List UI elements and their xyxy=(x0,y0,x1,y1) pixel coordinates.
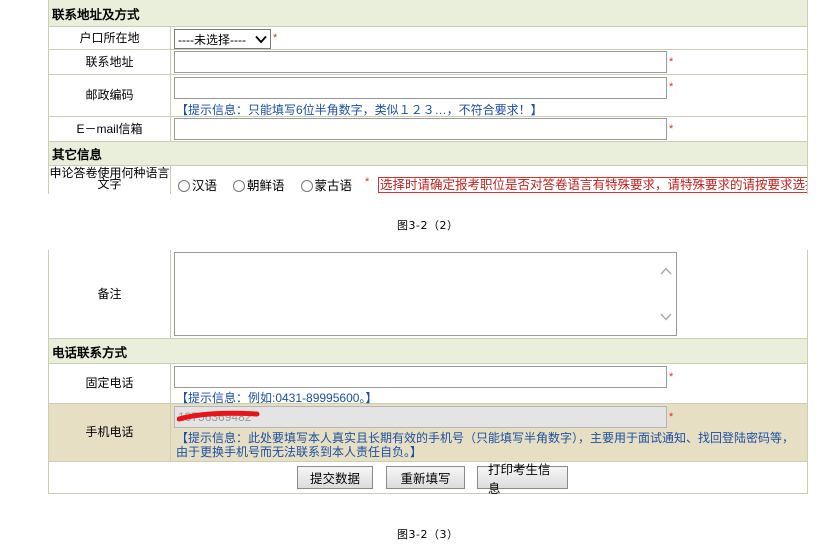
postcode-input[interactable] xyxy=(174,77,667,99)
figure-caption-1: 图3-2（2） xyxy=(397,219,459,232)
household-label: 户口所在地 xyxy=(49,27,171,49)
radio-icon xyxy=(300,180,313,192)
redaction-mark xyxy=(177,410,260,422)
landline-row: 固定电话 * 【提示信息：例如:0431-89995600。】 xyxy=(49,364,807,405)
form-actions: 提交数据 重新填写 打印考生信息 xyxy=(49,462,807,496)
landline-input[interactable] xyxy=(174,366,667,388)
mobile-row: 手机电话 13756369482 * 【提示信息：此处要填写本人真实且长期有效的… xyxy=(49,404,807,462)
contact-section-title: 联系地址及方式 xyxy=(52,6,140,22)
required-mark: * xyxy=(669,411,674,423)
phone-section-header: 电话联系方式 xyxy=(49,339,807,364)
language-label: 申论答卷使用何种语言文字 xyxy=(49,166,171,194)
postcode-hint: 【提示信息：只能填写6位半角数字，类似１２３…，不符合要求！】 xyxy=(176,103,543,117)
email-input[interactable] xyxy=(174,118,667,140)
scroll-up-icon[interactable] xyxy=(660,267,672,275)
figure-caption-2: 图3-2（3） xyxy=(397,528,459,541)
contact-form-part-2: 备注 电话联系方式 固定电话 * 【提示信息：例如:0431-89995600。… xyxy=(48,250,808,496)
contact-form-part-1: 联系地址及方式 户口所在地 ----未选择---- * 联系地址 * 邮政编码 … xyxy=(48,0,808,194)
required-mark: * xyxy=(669,371,674,383)
language-option-chinese[interactable]: 汉语 xyxy=(178,175,217,194)
submit-button[interactable]: 提交数据 xyxy=(297,466,373,489)
radio-icon xyxy=(178,180,190,192)
other-section-title: 其它信息 xyxy=(52,147,103,162)
mobile-label: 手机电话 xyxy=(49,404,171,461)
required-mark: * xyxy=(365,176,370,188)
required-mark: * xyxy=(669,81,674,93)
remarks-label: 备注 xyxy=(49,250,171,338)
remarks-row: 备注 xyxy=(49,250,807,339)
reset-button[interactable]: 重新填写 xyxy=(386,466,465,489)
address-label: 联系地址 xyxy=(49,50,171,74)
chevron-down-icon xyxy=(255,35,267,44)
address-input[interactable] xyxy=(174,51,667,73)
language-warning: 选择时请确定报考职位是否对答卷语言有特殊要求，请特殊要求的请按要求选择 xyxy=(378,177,807,193)
language-option-korean[interactable]: 朝鲜语 xyxy=(233,175,285,194)
address-row: 联系地址 * xyxy=(49,50,807,75)
scroll-down-icon[interactable] xyxy=(660,313,672,321)
radio-icon xyxy=(233,180,246,192)
household-select-value: ----未选择---- xyxy=(178,32,246,47)
postcode-row: 邮政编码 * 【提示信息：只能填写6位半角数字，类似１２３…，不符合要求！】 xyxy=(49,75,807,117)
phone-section-title: 电话联系方式 xyxy=(52,344,128,360)
email-label: E－mail信箱 xyxy=(49,117,171,141)
required-mark: * xyxy=(669,123,674,135)
remarks-textarea[interactable] xyxy=(174,252,677,336)
print-button[interactable]: 打印考生信息 xyxy=(477,462,568,496)
household-select[interactable]: ----未选择---- xyxy=(174,29,271,49)
contact-section-header: 联系地址及方式 xyxy=(49,0,807,27)
other-section-header: 其它信息 xyxy=(49,142,807,166)
postcode-label: 邮政编码 xyxy=(49,75,171,116)
mobile-hint-line2: 由于更换手机号而无法联系到本人责任自负。】 xyxy=(176,445,423,459)
email-row: E－mail信箱 * xyxy=(49,117,807,142)
language-radio-group: 汉语 朝鲜语 蒙古语 xyxy=(178,175,352,194)
language-row: 申论答卷使用何种语言文字 汉语 朝鲜语 蒙古语 * 选择时请确定报考职位是否对答… xyxy=(49,166,807,194)
mobile-input[interactable]: 13756369482 xyxy=(174,406,667,428)
landline-label: 固定电话 xyxy=(49,364,171,403)
required-mark: * xyxy=(669,56,674,68)
household-row: 户口所在地 ----未选择---- * xyxy=(49,27,807,50)
required-mark: * xyxy=(273,32,278,44)
language-option-mongolian[interactable]: 蒙古语 xyxy=(300,175,352,194)
